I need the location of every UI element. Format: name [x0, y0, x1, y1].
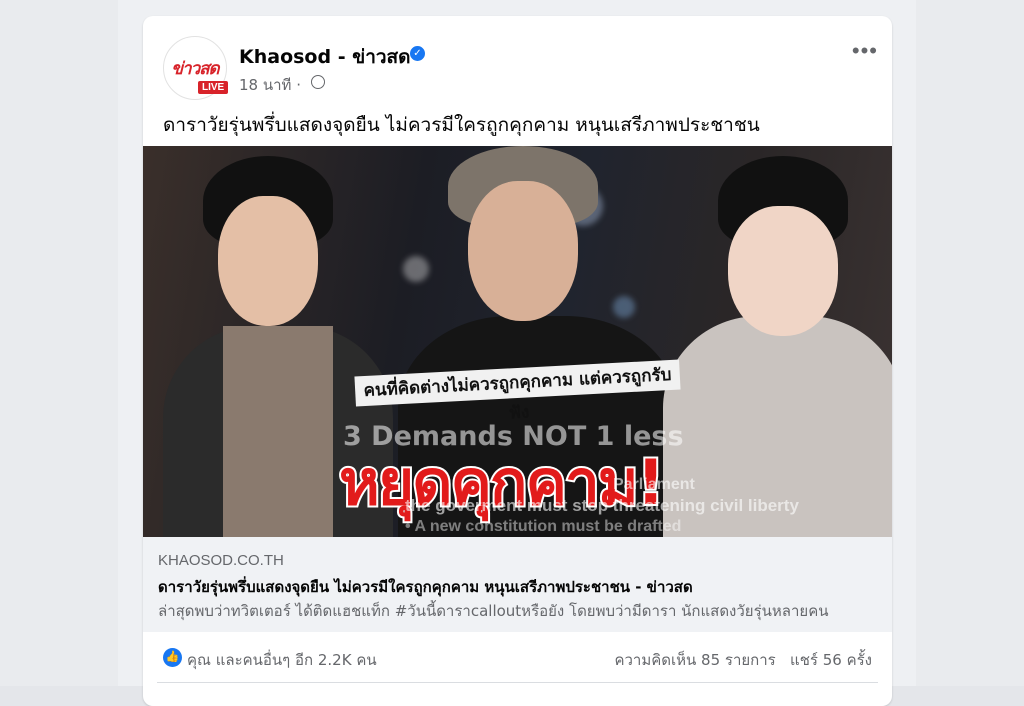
post-meta: 18 นาที ·: [239, 73, 301, 97]
globe-icon[interactable]: [311, 75, 325, 89]
divider: [157, 682, 878, 683]
shares-count[interactable]: แชร์ 56 ครั้ง: [790, 651, 872, 669]
post-card: ข่าวสด LIVE Khaosod - ข่าวสด ✓ 18 นาที ·…: [143, 16, 892, 706]
page-avatar[interactable]: ข่าวสด LIVE: [163, 36, 229, 100]
reactions-count[interactable]: คุณ และคนอื่นๆ อีก 2.2K คน: [187, 648, 377, 672]
image-line-1: Parliament: [613, 476, 695, 493]
like-reaction-icon: 👍: [163, 648, 182, 667]
more-options-button[interactable]: •••: [852, 38, 878, 64]
post-image[interactable]: คนที่คิดต่างไม่ควรถูกคุกคาม แต่ควรถูกรับ…: [143, 146, 892, 537]
page-name-link[interactable]: Khaosod - ข่าวสด: [239, 42, 410, 72]
link-description: ล่าสุดพบว่าทวิตเตอร์ ได้ติดแฮชแท็ก #วันน…: [158, 602, 829, 620]
bokeh-light: [403, 256, 429, 282]
post-stats: ความคิดเห็น 85 รายการ แชร์ 56 ครั้ง: [614, 648, 872, 672]
avatar-logo: ข่าวสด: [171, 59, 219, 79]
meta-separator: ·: [296, 76, 301, 94]
image-line-2: the goverment must stop threatening civi…: [405, 496, 799, 515]
image-line-3: • A new constitution must be drafted: [405, 518, 682, 535]
right-background: [916, 0, 1024, 686]
post-time[interactable]: 18 นาที: [239, 76, 291, 94]
verified-icon: ✓: [410, 46, 425, 61]
live-badge: LIVE: [198, 81, 229, 94]
link-preview[interactable]: KHAOSOD.CO.TH ดาราวัยรุ่นพรึ่บแสดงจุดยืน…: [143, 537, 892, 632]
comments-count[interactable]: ความคิดเห็น 85 รายการ: [614, 651, 775, 669]
left-background: [0, 0, 118, 686]
link-domain: KHAOSOD.CO.TH: [158, 552, 284, 569]
post-text: ดาราวัยรุ่นพรึ่บแสดงจุดยืน ไม่ควรมีใครถู…: [163, 114, 760, 136]
person-right: [663, 156, 892, 537]
link-title[interactable]: ดาราวัยรุ่นพรึ่บแสดงจุดยืน ไม่ควรมีใครถู…: [158, 575, 693, 599]
